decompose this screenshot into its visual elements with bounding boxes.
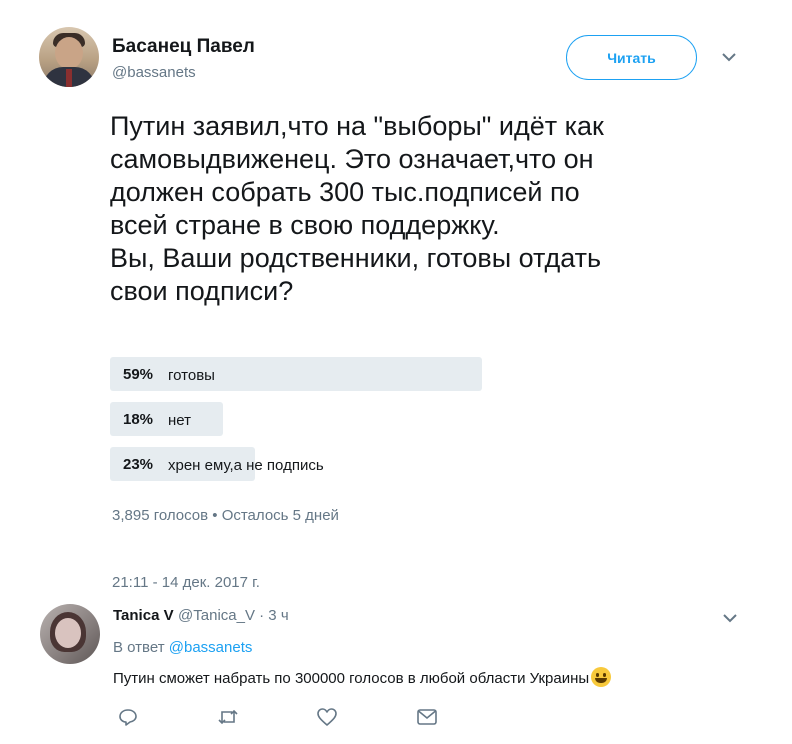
- poll-option-label: хрен ему,а не подпись: [168, 457, 324, 474]
- tweet-more-button[interactable]: [720, 50, 738, 64]
- reply-prefix: В ответ: [113, 639, 169, 656]
- poll-option-label: готовы: [168, 367, 215, 384]
- tweet-text: Путин заявил,что на "выборы" идёт как са…: [110, 111, 604, 306]
- poll-option: 23% хрен ему,а не подпись: [110, 447, 670, 481]
- like-icon: [317, 708, 337, 726]
- grinning-face-emoji-icon: [591, 667, 612, 687]
- reply-button[interactable]: [116, 706, 140, 728]
- retweet-button[interactable]: [216, 706, 240, 728]
- author-name[interactable]: Басанец Павел: [112, 36, 255, 58]
- poll-option: 18% нет: [110, 402, 670, 436]
- reply-avatar[interactable]: [40, 604, 100, 664]
- author-avatar[interactable]: [39, 27, 99, 87]
- poll-option-label: нет: [168, 412, 191, 429]
- chevron-down-icon: [722, 53, 736, 62]
- reply-text: Путин сможет набрать по 300000 голосов в…: [113, 670, 590, 687]
- reply-icon: [119, 709, 137, 726]
- reply-header: Tanica V @Tanica_V · 3 ч: [113, 607, 289, 625]
- divider: [0, 597, 792, 598]
- poll-summary: 3,895 голосов • Осталось 5 дней: [112, 507, 339, 524]
- reply-to-link[interactable]: @bassanets: [169, 639, 253, 656]
- tweet-timestamp[interactable]: 21:11 - 14 дек. 2017 г.: [112, 574, 260, 591]
- reply-context: В ответ @bassanets: [113, 639, 252, 656]
- poll-percent: 23%: [123, 456, 154, 473]
- poll-bar: [110, 357, 482, 391]
- direct-message-button[interactable]: [415, 706, 439, 728]
- like-button[interactable]: [315, 706, 339, 728]
- poll-option: 59% готовы: [110, 357, 670, 391]
- poll-percent: 18%: [123, 411, 154, 428]
- poll: 59% готовы 18% нет 23% хрен ему,а не под…: [110, 357, 670, 487]
- chevron-down-icon: [723, 614, 737, 623]
- poll-percent: 59%: [123, 366, 154, 383]
- retweet-icon: [218, 709, 238, 725]
- reply-text-row: Путин сможет набрать по 300000 голосов в…: [113, 667, 612, 687]
- message-icon: [417, 709, 437, 725]
- author-handle[interactable]: @bassanets: [112, 64, 196, 81]
- reply-more-button[interactable]: [721, 611, 739, 625]
- follow-button[interactable]: Читать: [566, 35, 697, 80]
- reply-author-handle[interactable]: @Tanica_V · 3 ч: [178, 607, 289, 624]
- reply-author-name[interactable]: Tanica V: [113, 607, 174, 624]
